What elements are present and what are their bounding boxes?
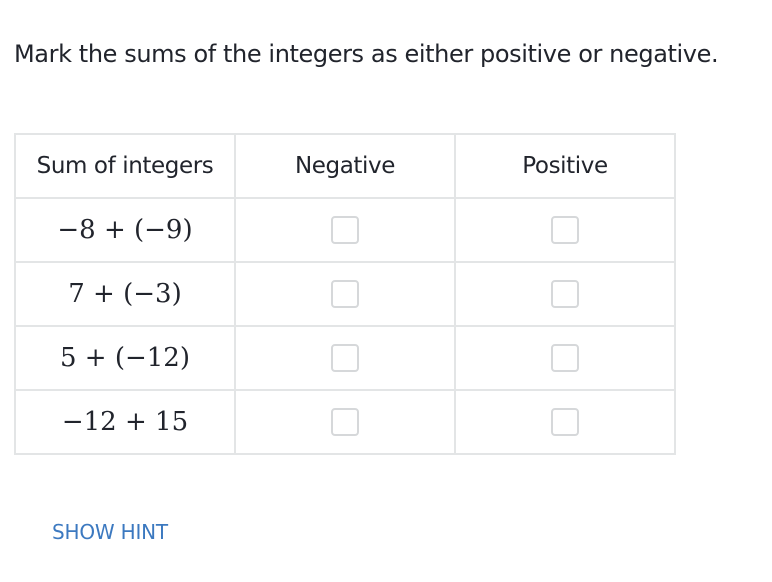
negative-checkbox[interactable]	[331, 344, 359, 372]
table-row: 5 + (−12)	[14, 325, 676, 391]
table-row: −12 + 15	[14, 389, 676, 455]
positive-cell	[454, 197, 676, 263]
negative-checkbox[interactable]	[331, 216, 359, 244]
header-negative: Negative	[234, 133, 456, 199]
negative-checkbox[interactable]	[331, 280, 359, 308]
positive-cell	[454, 261, 676, 327]
expression-cell: −12 + 15	[14, 389, 236, 455]
positive-cell	[454, 389, 676, 455]
negative-cell	[234, 389, 456, 455]
answer-matrix: Sum of integers Negative Positive −8 + (…	[14, 133, 676, 455]
expression-cell: −8 + (−9)	[14, 197, 236, 263]
header-positive: Positive	[454, 133, 676, 199]
expression-cell: 7 + (−3)	[14, 261, 236, 327]
positive-cell	[454, 325, 676, 391]
positive-checkbox[interactable]	[551, 216, 579, 244]
expression: −8 + (−9)	[57, 215, 193, 245]
question-prompt: Mark the sums of the integers as either …	[14, 40, 719, 68]
positive-checkbox[interactable]	[551, 344, 579, 372]
positive-checkbox[interactable]	[551, 280, 579, 308]
negative-cell	[234, 197, 456, 263]
table-row: −8 + (−9)	[14, 197, 676, 263]
negative-cell	[234, 325, 456, 391]
show-hint-link[interactable]: SHOW HINT	[52, 520, 168, 544]
expression: 5 + (−12)	[59, 343, 190, 373]
positive-checkbox[interactable]	[551, 408, 579, 436]
expression-cell: 5 + (−12)	[14, 325, 236, 391]
expression: 7 + (−3)	[68, 279, 182, 309]
negative-cell	[234, 261, 456, 327]
header-sum-of-integers: Sum of integers	[14, 133, 236, 199]
expression: −12 + 15	[61, 407, 189, 437]
table-row: 7 + (−3)	[14, 261, 676, 327]
header-row: Sum of integers Negative Positive	[14, 133, 676, 199]
negative-checkbox[interactable]	[331, 408, 359, 436]
